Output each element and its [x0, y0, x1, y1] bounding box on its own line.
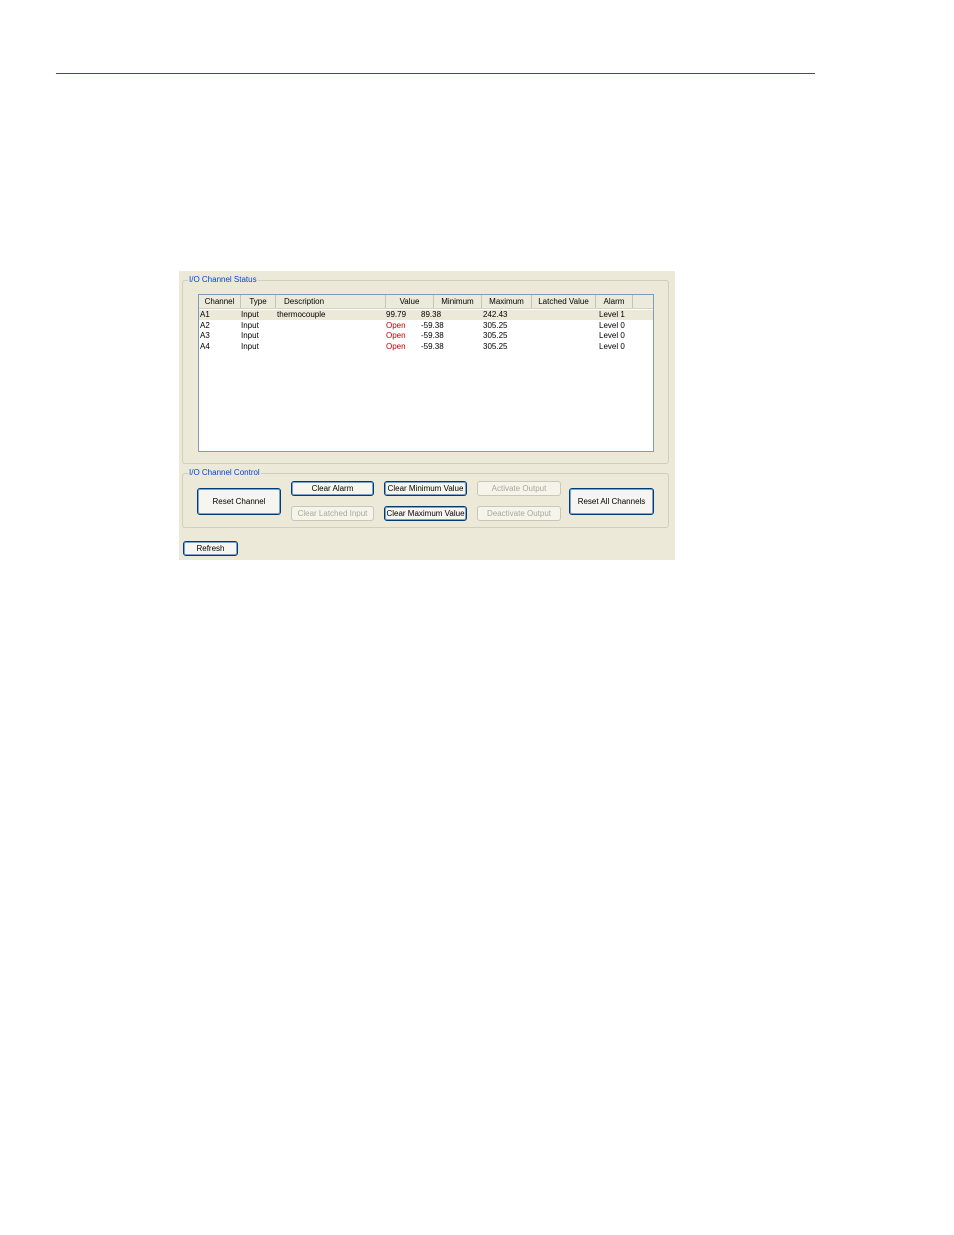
cell-alarm: Level 1: [599, 310, 625, 319]
cell-minimum: -59.38: [421, 331, 444, 340]
table-row[interactable]: A3 Input Open -59.38 305.25 Level 0: [199, 331, 653, 341]
column-header-maximum[interactable]: Maximum: [482, 295, 532, 308]
cell-maximum: 242.43: [483, 310, 508, 319]
page-header-rule: [56, 73, 815, 74]
cell-type: Input: [241, 331, 259, 340]
table-row[interactable]: A4 Input Open -59.38 305.25 Level 0: [199, 342, 653, 352]
channel-list-header: Channel Type Description Value Minimum M…: [199, 295, 653, 309]
reset-all-channels-button[interactable]: Reset All Channels: [569, 488, 654, 515]
column-header-latched-value[interactable]: Latched Value: [532, 295, 596, 308]
cell-channel: A4: [200, 341, 210, 351]
cell-maximum: 305.25: [483, 331, 508, 340]
cell-value: 99.79: [386, 310, 407, 319]
control-group-title: I/O Channel Control: [188, 468, 261, 478]
column-header-description[interactable]: Description: [276, 295, 386, 308]
clear-minimum-value-button[interactable]: Clear Minimum Value: [384, 481, 467, 496]
cell-maximum: 305.25: [483, 341, 508, 351]
cell-minimum: 89.38: [421, 310, 442, 319]
cell-minimum: -59.38: [421, 341, 444, 351]
cell-value: Open: [386, 341, 406, 351]
io-channel-panel: I/O Channel Status Channel Type Descript…: [179, 271, 675, 560]
activate-output-button[interactable]: Activate Output: [477, 481, 561, 496]
column-header-type[interactable]: Type: [241, 295, 276, 308]
cell-value: Open: [386, 331, 406, 340]
cell-value: Open: [386, 320, 406, 330]
table-row[interactable]: A2 Input Open -59.38 305.25 Level 0: [199, 321, 653, 331]
cell-channel: A2: [200, 320, 210, 330]
refresh-button[interactable]: Refresh: [183, 541, 238, 556]
cell-minimum: -59.38: [421, 320, 444, 330]
status-group-title: I/O Channel Status: [188, 275, 258, 285]
cell-type: Input: [241, 320, 259, 330]
column-header-minimum[interactable]: Minimum: [434, 295, 482, 308]
cell-alarm: Level 0: [599, 320, 625, 330]
channel-list[interactable]: Channel Type Description Value Minimum M…: [198, 294, 654, 452]
column-header-channel[interactable]: Channel: [199, 295, 241, 308]
cell-channel: A1: [200, 310, 210, 319]
reset-channel-button[interactable]: Reset Channel: [197, 488, 281, 515]
cell-alarm: Level 0: [599, 341, 625, 351]
cell-description: thermocouple: [277, 310, 326, 319]
column-header-alarm[interactable]: Alarm: [596, 295, 633, 308]
table-row[interactable]: A1 Input thermocouple 99.79 89.38 242.43 Level…: [199, 310, 653, 320]
cell-alarm: Level 0: [599, 331, 625, 340]
clear-latched-input-button[interactable]: Clear Latched Input: [291, 506, 374, 521]
column-header-value[interactable]: Value: [386, 295, 434, 308]
cell-channel: A3: [200, 331, 210, 340]
deactivate-output-button[interactable]: Deactivate Output: [477, 506, 561, 521]
cell-type: Input: [241, 341, 259, 351]
clear-maximum-value-button[interactable]: Clear Maximum Value: [384, 506, 467, 521]
cell-maximum: 305.25: [483, 320, 508, 330]
cell-type: Input: [241, 310, 259, 319]
clear-alarm-button[interactable]: Clear Alarm: [291, 481, 374, 496]
